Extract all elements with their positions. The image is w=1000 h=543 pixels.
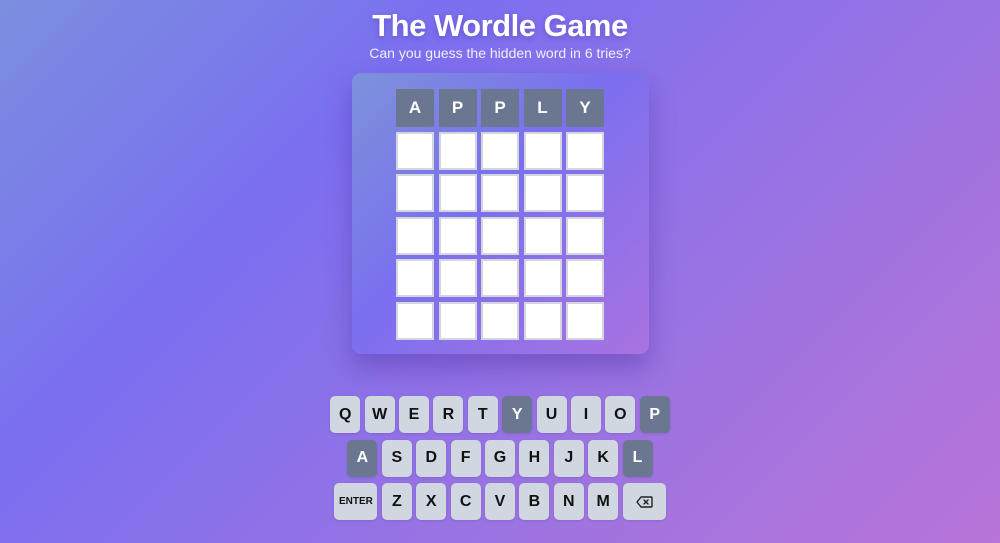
game-board: APPLY (352, 73, 649, 354)
key-v[interactable]: V (485, 483, 515, 520)
tile-r6-c1 (396, 301, 434, 340)
tile-r6-c5 (566, 301, 604, 340)
key-b[interactable]: B (519, 483, 550, 520)
tile-r1-c1: A (396, 89, 434, 127)
key-u[interactable]: U (536, 396, 567, 433)
backspace-key[interactable] (622, 483, 666, 520)
backspace-icon (635, 495, 653, 508)
tile-r4-c5 (566, 216, 604, 255)
page-subtitle: Can you guess the hidden word in 6 tries… (369, 45, 631, 61)
tile-r1-c5: Y (566, 89, 604, 127)
tile-r5-c1 (396, 259, 434, 297)
tile-r2-c1 (396, 131, 434, 170)
key-s[interactable]: S (381, 439, 412, 477)
key-r[interactable]: R (433, 396, 464, 433)
tile-r6-c4 (523, 301, 562, 340)
tile-r1-c4: L (523, 89, 562, 127)
key-m[interactable]: M (588, 483, 619, 520)
key-e[interactable]: E (399, 396, 430, 433)
key-z[interactable]: Z (381, 483, 412, 520)
tile-r4-c1 (396, 216, 434, 255)
tile-r5-c2 (438, 259, 477, 297)
tile-r3-c4 (523, 174, 562, 212)
key-g[interactable]: G (485, 439, 515, 477)
key-d[interactable]: D (416, 439, 447, 477)
key-c[interactable]: C (450, 483, 481, 520)
tile-r4-c2 (438, 216, 477, 255)
on-screen-keyboard: Q W E R T Y U I O P A S D F G H J K L ENTER Z X C V B N M (0, 396, 1000, 527)
tile-r2-c3 (481, 131, 519, 170)
tile-r4-c4 (523, 216, 562, 255)
key-n[interactable]: N (553, 483, 584, 520)
key-o[interactable]: O (605, 396, 636, 433)
tile-r5-c4 (523, 259, 562, 297)
tile-r4-c3 (481, 216, 519, 255)
tile-r6-c2 (438, 301, 477, 340)
tile-r5-c3 (481, 259, 519, 297)
key-h[interactable]: H (519, 439, 550, 477)
key-p[interactable]: P (639, 396, 670, 433)
key-q[interactable]: Q (330, 396, 361, 433)
key-f[interactable]: F (450, 439, 481, 477)
tile-r2-c4 (523, 131, 562, 170)
keyboard-row-3: ENTER Z X C V B N M (0, 483, 1000, 520)
tile-r3-c3 (481, 174, 519, 212)
key-i[interactable]: I (570, 396, 601, 433)
enter-key[interactable]: ENTER (334, 483, 378, 520)
tile-r1-c2: P (438, 89, 477, 127)
tile-r3-c1 (396, 174, 434, 212)
key-j[interactable]: J (553, 439, 584, 477)
tile-grid: APPLY (396, 89, 604, 340)
tile-r1-c3: P (481, 89, 519, 127)
tile-r3-c5 (566, 174, 604, 212)
tile-r2-c5 (566, 131, 604, 170)
tile-r6-c3 (481, 301, 519, 340)
key-y[interactable]: Y (502, 396, 533, 433)
tile-r5-c5 (566, 259, 604, 297)
key-t[interactable]: T (467, 396, 498, 433)
key-l[interactable]: L (622, 439, 653, 477)
key-x[interactable]: X (416, 483, 447, 520)
key-w[interactable]: W (364, 396, 395, 433)
key-k[interactable]: K (588, 439, 619, 477)
tile-r3-c2 (438, 174, 477, 212)
page-title: The Wordle Game (372, 8, 628, 43)
tile-r2-c2 (438, 131, 477, 170)
key-a[interactable]: A (347, 439, 378, 477)
keyboard-row-1: QWERTYUIOP (0, 396, 1000, 433)
keyboard-row-2: ASDFGHJKL (0, 439, 1000, 477)
